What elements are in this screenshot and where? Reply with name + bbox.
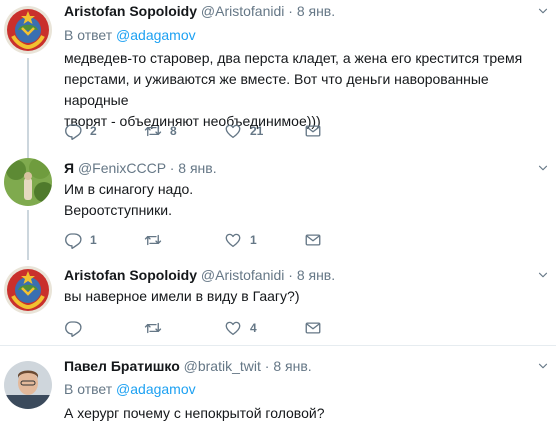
retweet-button[interactable]: 8 bbox=[144, 121, 177, 141]
separator-dot: · bbox=[288, 267, 293, 283]
reply-context: В ответ @adagamov bbox=[64, 380, 196, 398]
avatar[interactable] bbox=[4, 158, 52, 206]
mention-link[interactable]: @adagamov bbox=[116, 381, 196, 397]
mention-link[interactable]: @adagamov bbox=[116, 27, 196, 43]
timestamp[interactable]: 8 янв. bbox=[297, 267, 335, 283]
timestamp[interactable]: 8 янв. bbox=[297, 3, 335, 19]
tweet-text: Им в синагогу надо. Вероотступники. bbox=[64, 179, 554, 221]
reply-icon bbox=[64, 319, 82, 337]
separator-dot: · bbox=[288, 3, 293, 19]
avatar[interactable] bbox=[4, 266, 52, 314]
envelope-icon bbox=[304, 122, 322, 140]
thread-line bbox=[27, 58, 29, 152]
author-handle[interactable]: @bratik_twit bbox=[184, 358, 261, 374]
reply-context: В ответ @adagamov bbox=[64, 26, 196, 44]
author-name[interactable]: Павел Братишко bbox=[64, 358, 180, 374]
tweet[interactable]: Павел Братишко @bratik_twit · 8 янв. В о… bbox=[0, 346, 556, 427]
reply-prefix: В ответ bbox=[64, 381, 113, 397]
retweet-button[interactable] bbox=[144, 230, 162, 250]
like-count: 21 bbox=[250, 124, 264, 138]
reply-icon bbox=[64, 122, 82, 140]
author-name[interactable]: Я bbox=[64, 160, 74, 176]
retweet-icon bbox=[144, 122, 162, 140]
reply-count: 1 bbox=[90, 233, 97, 247]
reply-button[interactable] bbox=[64, 318, 82, 338]
text-line: Вероотступники. bbox=[64, 202, 172, 218]
chevron-down-icon[interactable] bbox=[536, 4, 550, 18]
tweet-header: Aristofan Sopoloidy @Aristofanidi · 8 ян… bbox=[64, 266, 335, 284]
text-line: вы наверное имели в виду в Гаагу?) bbox=[64, 288, 300, 304]
chevron-down-icon[interactable] bbox=[536, 359, 550, 373]
reply-button[interactable]: 1 bbox=[64, 230, 97, 250]
envelope-icon bbox=[304, 319, 322, 337]
like-count: 4 bbox=[250, 321, 257, 335]
text-line: медведев-то старовер, два перста кладет,… bbox=[64, 50, 523, 66]
timestamp[interactable]: 8 янв. bbox=[178, 160, 216, 176]
tweet[interactable]: Я @FenixCCCP · 8 янв. Им в синагогу надо… bbox=[0, 152, 556, 260]
reply-button[interactable]: 2 bbox=[64, 121, 97, 141]
reply-icon bbox=[64, 231, 82, 249]
tweet-text: медведев-то старовер, два перста кладет,… bbox=[64, 48, 554, 132]
tweet-actions: 1 1 bbox=[64, 230, 364, 250]
tweet-text: вы наверное имели в виду в Гаагу?) bbox=[64, 286, 554, 307]
chevron-down-icon[interactable] bbox=[536, 268, 550, 282]
author-handle[interactable]: @FenixCCCP bbox=[78, 160, 166, 176]
tweet[interactable]: Aristofan Sopoloidy @Aristofanidi · 8 ян… bbox=[0, 0, 556, 152]
tweet-header: Aristofan Sopoloidy @Aristofanidi · 8 ян… bbox=[64, 2, 335, 20]
heart-icon bbox=[224, 122, 242, 140]
retweet-count: 8 bbox=[170, 124, 177, 138]
retweet-button[interactable] bbox=[144, 318, 162, 338]
author-name[interactable]: Aristofan Sopoloidy bbox=[64, 267, 197, 283]
like-button[interactable]: 21 bbox=[224, 121, 263, 141]
author-name[interactable]: Aristofan Sopoloidy bbox=[64, 3, 197, 19]
retweet-icon bbox=[144, 319, 162, 337]
dm-button[interactable] bbox=[304, 318, 322, 338]
heart-icon bbox=[224, 231, 242, 249]
retweet-icon bbox=[144, 231, 162, 249]
reply-count: 2 bbox=[90, 124, 97, 138]
text-line: перстами, и уживаются же вместе. Вот что… bbox=[64, 71, 489, 108]
like-count: 1 bbox=[250, 233, 257, 247]
like-button[interactable]: 1 bbox=[224, 230, 257, 250]
chevron-down-icon[interactable] bbox=[536, 161, 550, 175]
dm-button[interactable] bbox=[304, 121, 322, 141]
like-button[interactable]: 4 bbox=[224, 318, 257, 338]
thread-line bbox=[27, 210, 29, 260]
separator-dot: · bbox=[169, 160, 175, 176]
tweet[interactable]: Aristofan Sopoloidy @Aristofanidi · 8 ян… bbox=[0, 260, 556, 345]
author-handle[interactable]: @Aristofanidi bbox=[201, 3, 284, 19]
heart-icon bbox=[224, 319, 242, 337]
dm-button[interactable] bbox=[304, 230, 322, 250]
tweet-actions: 2 8 21 bbox=[64, 121, 364, 141]
avatar[interactable] bbox=[4, 6, 52, 54]
reply-prefix: В ответ bbox=[64, 27, 113, 43]
tweet-header: Я @FenixCCCP · 8 янв. bbox=[64, 159, 217, 177]
tweet-text: А херург почему с непокрытой головой? bbox=[64, 403, 554, 424]
separator-dot: · bbox=[264, 358, 270, 374]
avatar[interactable] bbox=[4, 361, 52, 409]
tweet-actions: 4 bbox=[64, 318, 364, 338]
text-line: Им в синагогу надо. bbox=[64, 181, 194, 197]
timestamp[interactable]: 8 янв. bbox=[273, 358, 311, 374]
author-handle[interactable]: @Aristofanidi bbox=[201, 267, 284, 283]
text-line: А херург почему с непокрытой головой? bbox=[64, 405, 325, 421]
tweet-header: Павел Братишко @bratik_twit · 8 янв. bbox=[64, 357, 312, 375]
envelope-icon bbox=[304, 231, 322, 249]
